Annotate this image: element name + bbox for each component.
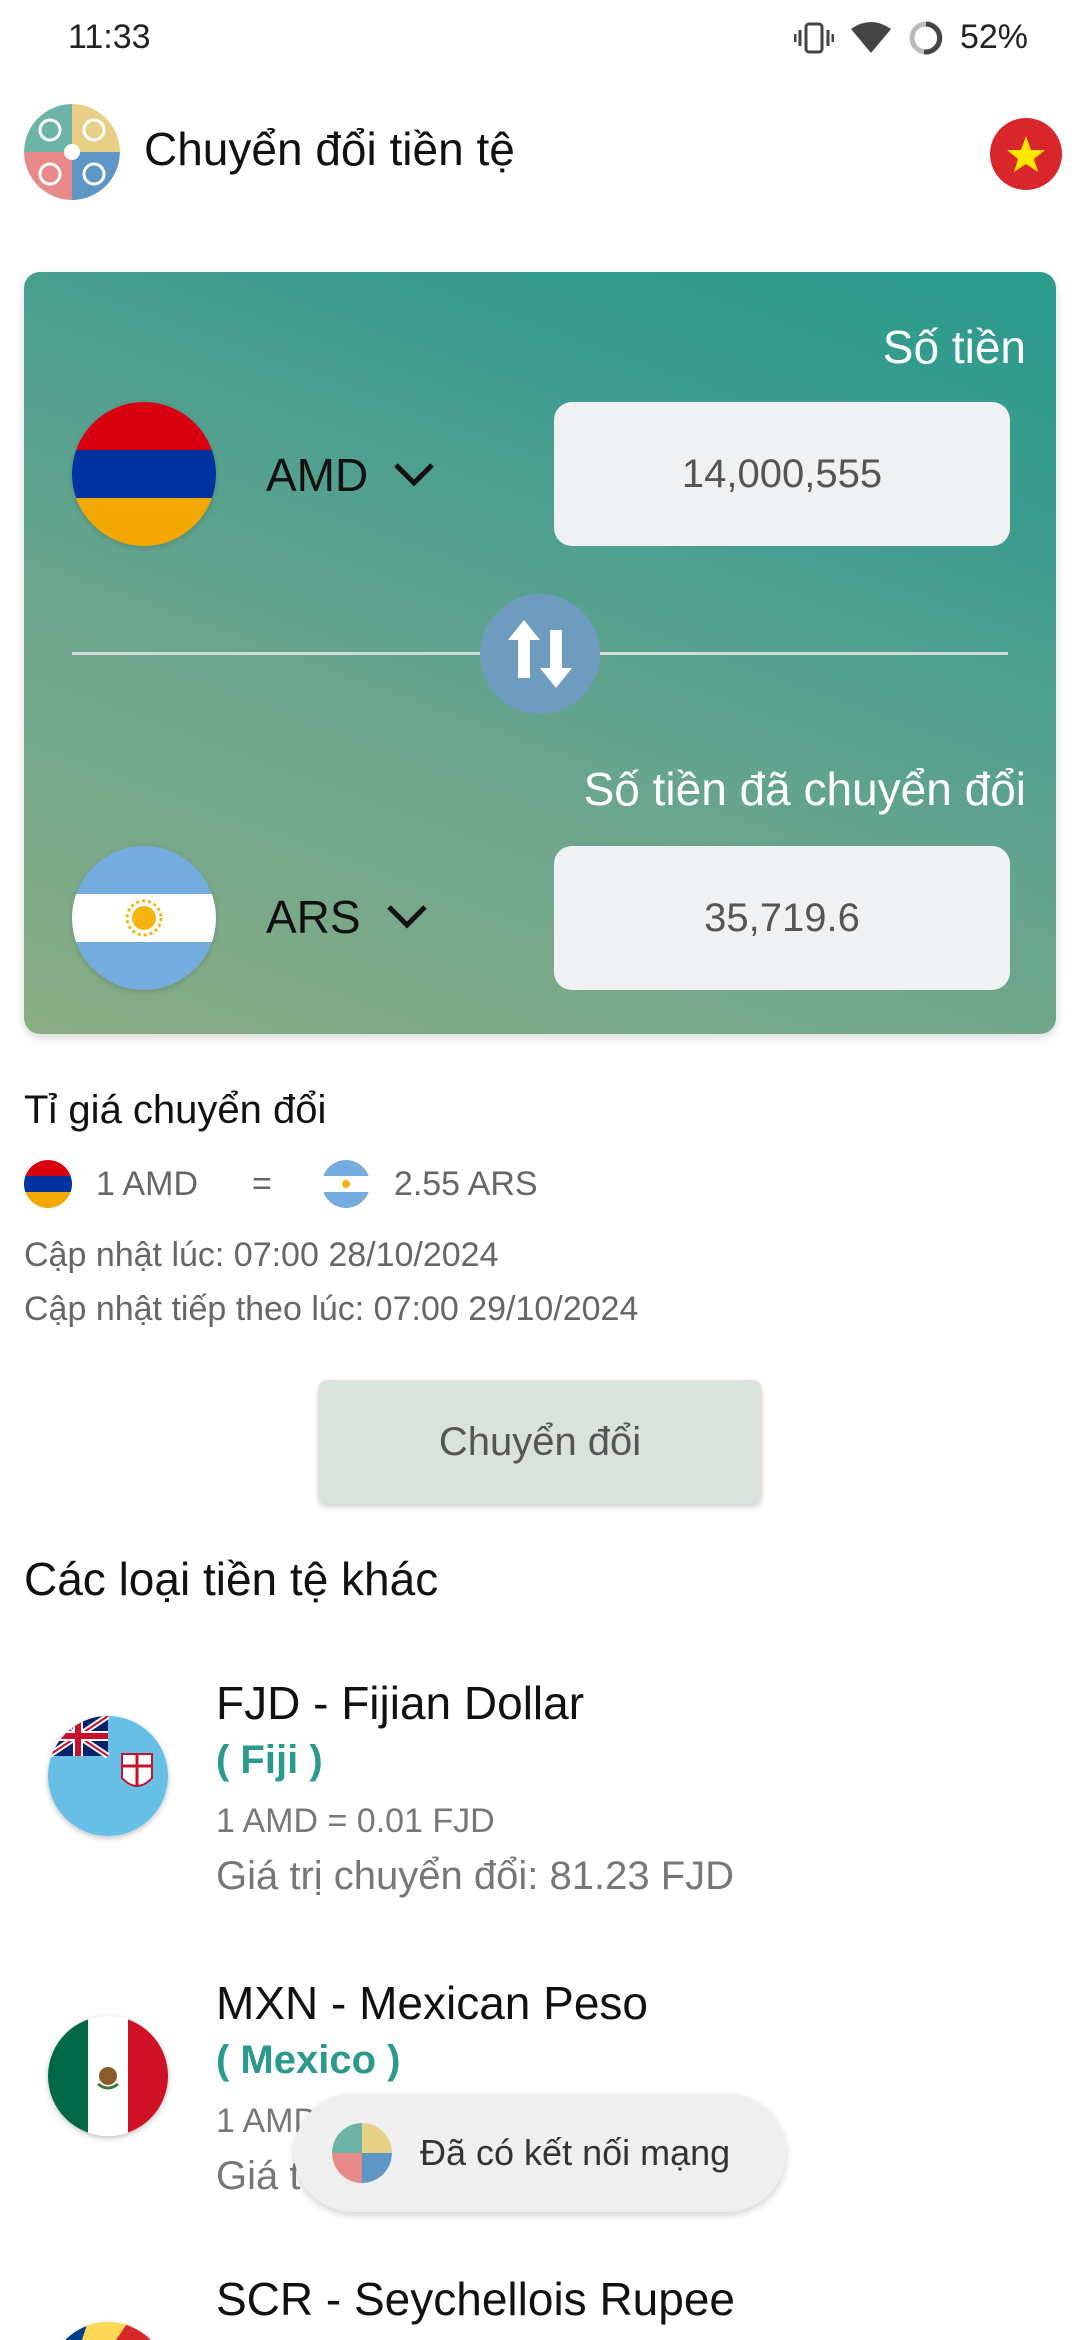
armenia-flag-icon (24, 1160, 72, 1208)
toast-message: Đã có kết nối mạng (420, 2132, 731, 2173)
currency-country: ( Mexico ) (216, 2038, 401, 2082)
currency-converted-value: Giá trị chuyển đổi: 81.23 FJD (216, 1854, 735, 1898)
vibrate-icon (793, 22, 834, 53)
amount-label: Số tiền (882, 321, 1026, 373)
list-item[interactable]: SCR - Seychellois Rupee (0, 2272, 1080, 2340)
swap-arrows-icon (508, 620, 572, 688)
swap-button[interactable] (480, 594, 600, 714)
status-icons: 52% (793, 18, 1028, 57)
currency-rate: 1 AMD = 0.01 FJD (216, 1802, 495, 1840)
list-item[interactable]: FJD - Fijian Dollar ( Fiji ) 1 AMD = 0.0… (0, 1676, 1080, 1936)
argentina-flag-icon (321, 1160, 370, 1208)
language-flag-icon[interactable] (990, 118, 1062, 190)
rate-title: Tỉ giá chuyển đổi (24, 1088, 327, 1132)
mexico-flag-icon (48, 2016, 168, 2136)
rate-left: 1 AMD (96, 1164, 199, 1203)
network-toast: Đã có kết nối mạng (294, 2094, 786, 2212)
currency-name: FJD - Fijian Dollar (216, 1677, 585, 1729)
rate-row: 1 AMD = 2.55 ARS (24, 1160, 538, 1208)
converted-output: 35,719.6 (554, 846, 1010, 990)
app-title: Chuyển đổi tiền tệ (144, 123, 515, 175)
status-time: 11:33 (68, 18, 151, 56)
chevron-down-icon (386, 905, 427, 929)
convert-button[interactable]: Chuyển đổi (318, 1380, 762, 1504)
to-currency-code: ARS (266, 891, 361, 943)
updated-time: Cập nhật lúc: 07:00 28/10/2024 (24, 1236, 499, 1274)
battery-icon (909, 21, 943, 54)
to-flag-icon[interactable] (72, 846, 216, 990)
other-currencies-title: Các loại tiền tệ khác (24, 1553, 439, 1605)
from-flag-icon[interactable] (72, 402, 216, 546)
seychelles-flag-icon (48, 2322, 168, 2340)
amount-input[interactable]: 14,000,555 (554, 402, 1010, 546)
from-currency-selector[interactable]: AMD (266, 448, 436, 502)
fiji-flag-icon (48, 1716, 168, 1836)
app-logo-icon (332, 2123, 392, 2183)
chevron-down-icon (394, 463, 435, 487)
next-update-time: Cập nhật tiếp theo lúc: 07:00 29/10/2024 (24, 1290, 639, 1328)
app-logo-icon (24, 104, 120, 200)
currency-name: SCR - Seychellois Rupee (216, 2273, 736, 2325)
to-currency-selector[interactable]: ARS (266, 890, 429, 944)
rate-right: 2.55 ARS (393, 1164, 538, 1203)
converted-label: Số tiền đã chuyển đổi (583, 763, 1026, 815)
currency-name: MXN - Mexican Peso (216, 1977, 649, 2029)
currency-country: ( Fiji ) (216, 1738, 323, 1782)
rate-equals: = (252, 1164, 272, 1203)
from-currency-code: AMD (266, 449, 369, 501)
wifi-icon (850, 21, 891, 53)
battery-percent: 52% (959, 18, 1028, 56)
currency-converted-value: Giá t (216, 2154, 301, 2198)
